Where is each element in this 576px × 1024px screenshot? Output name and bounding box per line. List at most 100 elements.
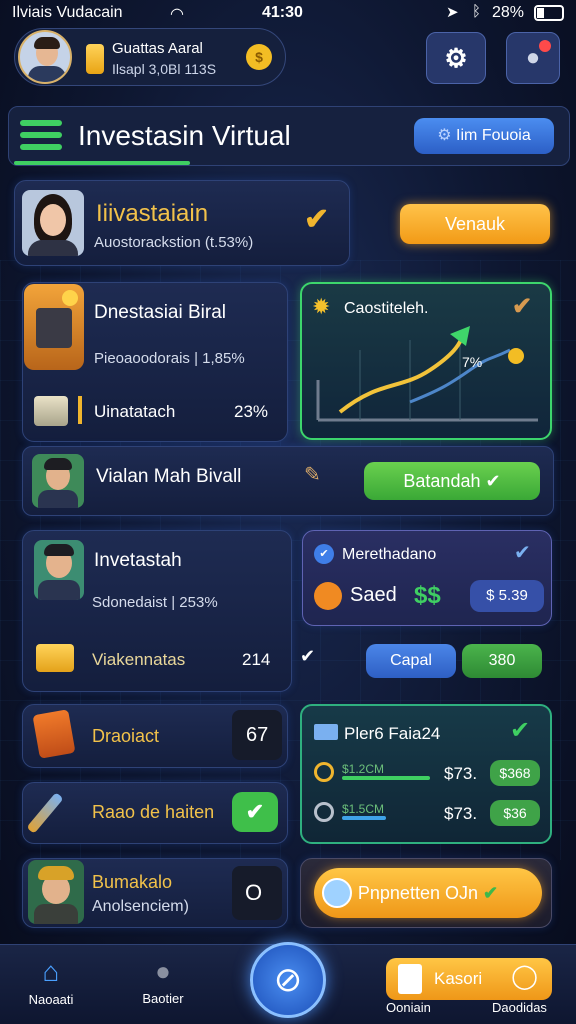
card-h-avatar [28, 860, 84, 924]
chart-line-gold [338, 336, 464, 414]
coin-icon [314, 802, 334, 822]
sun-icon: ✹ [312, 294, 331, 319]
card-d-title: Merethadano [342, 546, 437, 563]
page-title: Investasin Virtual [78, 120, 291, 151]
card-c-subtitle: Sdonedaist | 253% [92, 594, 218, 611]
card-d-amount[interactable]: $ 5.39 [470, 580, 544, 612]
card-a-subtitle: Pieoaoodorais | 1,85% [94, 350, 245, 367]
row-b-avatar [32, 454, 84, 508]
row-b-name: Vialan Mah Bivall [96, 466, 242, 487]
hero-action-button[interactable]: Venauk [400, 204, 550, 244]
chart-coin [508, 348, 524, 364]
card-g-row2-label: $1.5CM [342, 802, 385, 816]
check-icon: ✔ [245, 799, 265, 824]
check-icon: ✔ [480, 471, 501, 491]
card-h-value: O [245, 880, 263, 905]
nav-center-button[interactable]: ⊘ [250, 942, 326, 1018]
nav-left-label: Ooniain [386, 1000, 431, 1015]
badge-icon [322, 878, 352, 908]
wifi-icon: ◠ [170, 6, 184, 23]
status-carrier: Ilviais Vudacain [12, 4, 123, 21]
gift-icon [34, 396, 68, 426]
bluetooth-icon: ᛒ [472, 3, 482, 20]
nav-home[interactable]: ⌂ Naoaati [16, 956, 86, 1018]
card-d-label: Saed [350, 584, 397, 606]
badge-icon: ✔ [314, 544, 334, 564]
divider-bar [78, 396, 82, 424]
check-icon: ✔ [304, 203, 330, 236]
settings-button[interactable]: ⚙ [426, 32, 486, 84]
card-f-label: Raao de haiten [92, 802, 215, 822]
card-g-row1-value: $73. [444, 764, 478, 783]
chat-icon: ◯ [511, 963, 538, 990]
nav-notes[interactable]: Kasori ◯ [386, 958, 552, 1000]
card-h-title: Bumakalo [92, 872, 173, 892]
row-b-action-label: Batandah [403, 471, 481, 491]
card-e-value: 67 [246, 724, 269, 746]
hero-subtitle: Auostorackstion (t.53%) [94, 234, 254, 251]
growth-check-icon: ✔ [512, 293, 533, 320]
card-c-title: Invetastah [94, 550, 182, 571]
notifications-button[interactable]: ● [506, 32, 560, 84]
hero-avatar [22, 190, 84, 256]
card-a-row-label: Uinatatach [94, 402, 176, 421]
profile-name: Guattas Aaral [112, 40, 203, 57]
card-a-row-value: 23% [234, 402, 269, 421]
growth-value: 7% [462, 354, 483, 370]
card-e-label: Draoiact [92, 726, 160, 746]
document-icon [32, 709, 76, 759]
status-time: 41:30 [262, 4, 303, 21]
card-i-action-button[interactable]: Pnpnetten OJn ✔ [314, 868, 542, 918]
card-c-avatar [34, 540, 84, 600]
card-g-row1-bar [342, 776, 430, 780]
card-a-title: Dnestasiai Biral [94, 302, 226, 323]
card-d-button-1[interactable]: Capal [366, 644, 456, 678]
nav-notes-label: Kasori [434, 969, 483, 988]
card-c-row-label: Viakennatas [92, 650, 186, 669]
hero-title: Iiivastaiain [96, 200, 209, 227]
nav-profile-label: Baotier [142, 991, 184, 1006]
card-c-row-value: 214 [242, 650, 271, 669]
growth-chart [316, 326, 538, 422]
card-i-action-label: Pnpnetten OJn [357, 883, 478, 903]
coin-icon [86, 44, 104, 74]
mail-icon [314, 724, 338, 740]
header-underline [14, 161, 190, 165]
compass-icon: ⊘ [273, 961, 303, 999]
menu-icon[interactable] [20, 118, 62, 154]
row-check-icon: ✔ [300, 646, 316, 666]
orange-coin-icon [314, 582, 342, 610]
battery-icon [534, 5, 564, 21]
card-g-row2-value: $73. [444, 804, 478, 823]
card-g-row1-badge[interactable]: $368 [490, 760, 540, 786]
card-g-row2-bar [342, 816, 386, 820]
card-d-currency: $$ [414, 582, 441, 609]
card-h-subtitle: Anolsenciem) [92, 898, 189, 915]
card-g-check-icon: ✔ [510, 717, 531, 744]
people-icon: ● [155, 956, 171, 986]
header-action-button[interactable]: ⚙ Iim Fouoia [414, 118, 554, 154]
check-icon: ✔ [483, 883, 499, 903]
growth-title: Caostiteleh. [344, 300, 429, 317]
header-action-label: Iim Fouoia [456, 127, 531, 144]
coin-icon [314, 762, 334, 782]
nav-right-label: Daodidas [492, 1000, 547, 1015]
avatar[interactable] [18, 30, 72, 84]
status-battery: 28% [492, 4, 525, 21]
nav-profile[interactable]: ● Baotier [128, 956, 198, 1018]
gold-coin-icon: $ [246, 44, 272, 70]
card-f-check-button[interactable]: ✔ [232, 792, 278, 832]
card-g-row2-badge[interactable]: $36 [490, 800, 540, 826]
settings-icon: ⚙ [444, 43, 468, 73]
note-icon [398, 964, 422, 994]
card-d-check-icon: ✔ [514, 542, 531, 564]
profile-balance: Ilsapl 3,0Bl 113S [112, 61, 217, 77]
user-alert-icon: ● [525, 44, 541, 71]
coin-stack-icon [36, 644, 74, 672]
card-d-button-2[interactable]: 380 [462, 644, 542, 678]
card-g-title: Pler6 Faia24 [344, 724, 441, 743]
pen-icon: ✎ [304, 464, 321, 486]
row-b-action-button[interactable]: Batandah ✔ [364, 462, 540, 500]
gear-icon: ⚙ [437, 127, 457, 144]
card-g-row1-label: $1.2CM [342, 762, 385, 776]
